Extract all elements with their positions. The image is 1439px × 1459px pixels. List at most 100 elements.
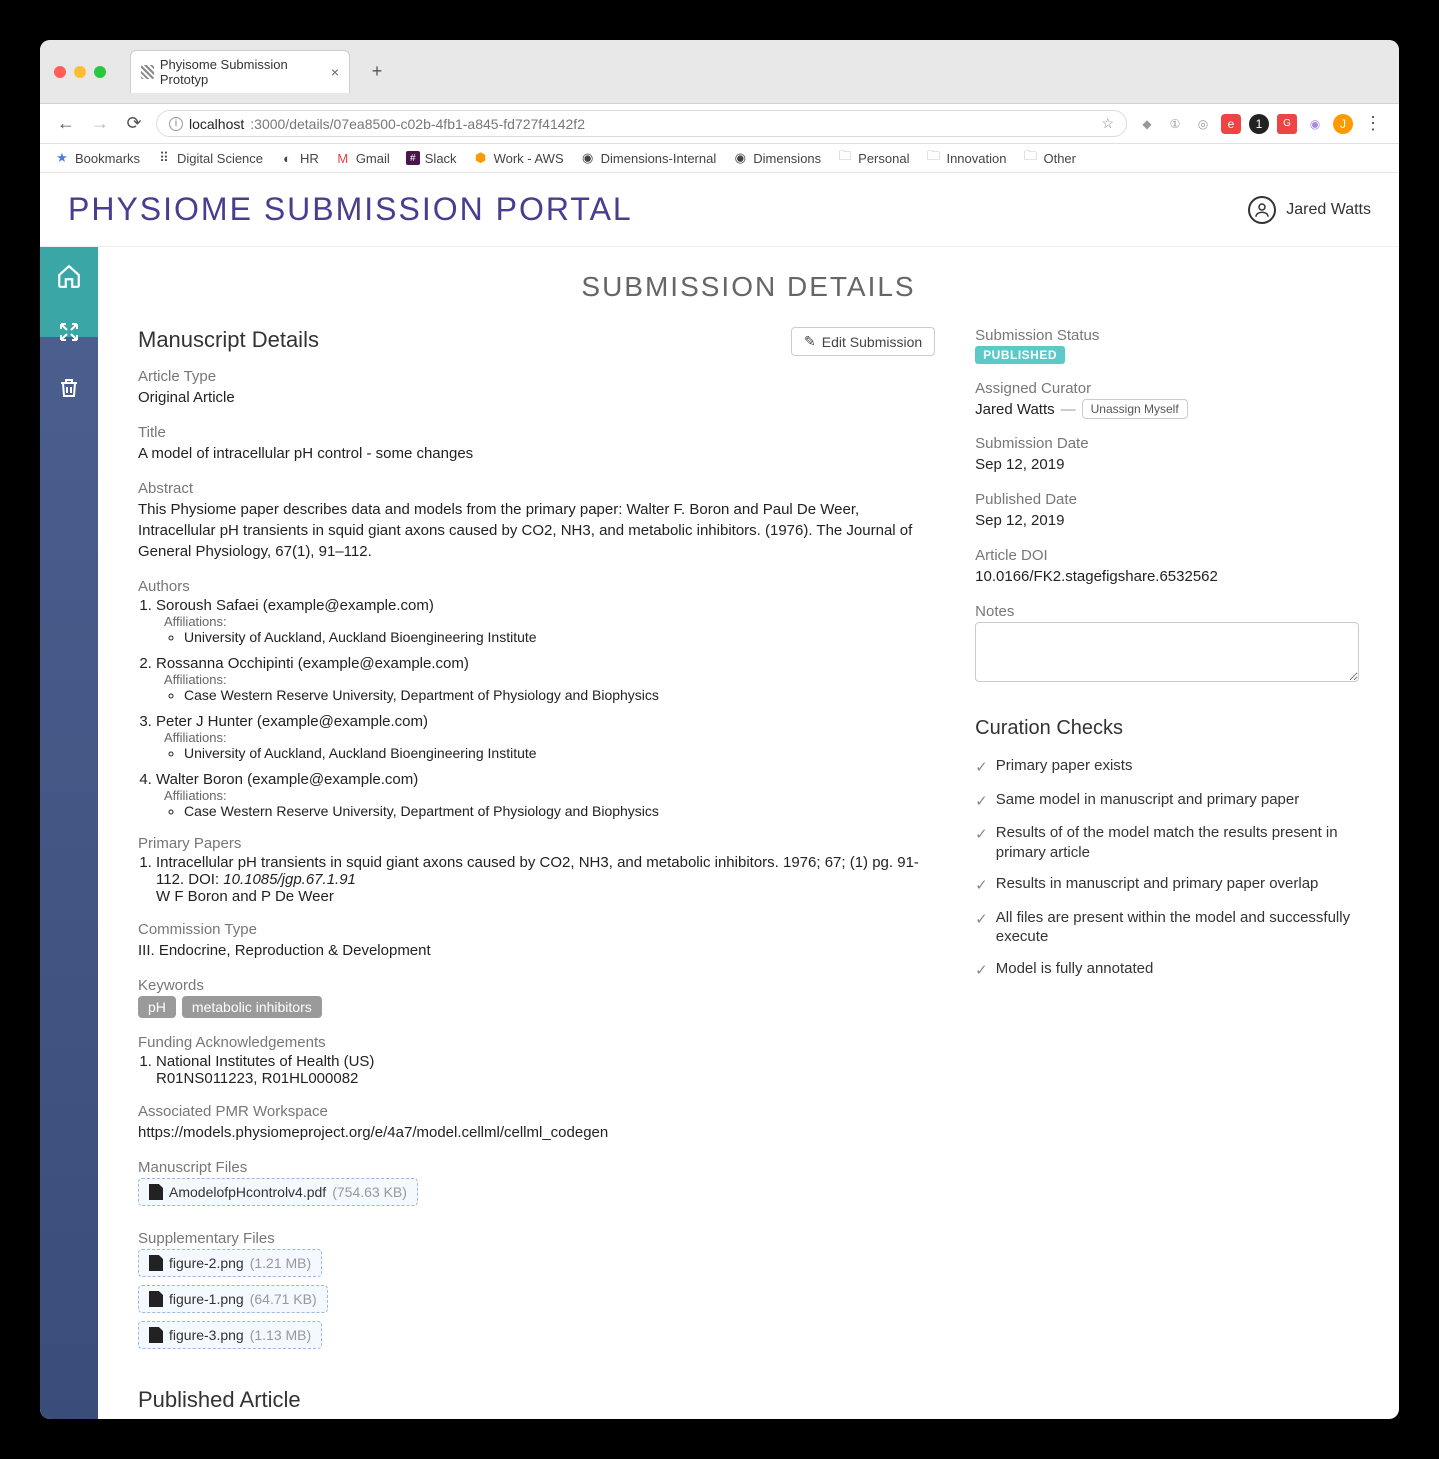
bookmark-item[interactable]: ⠿Digital Science (156, 150, 263, 166)
ext-icon[interactable]: ◆ (1137, 114, 1157, 134)
user-avatar-icon (1248, 196, 1276, 224)
forward-button[interactable]: → (88, 112, 112, 136)
browser-tab[interactable]: Phyisome Submission Prototyp × (130, 50, 350, 93)
check-label: Same model in manuscript and primary pap… (996, 790, 1299, 810)
abstract: This Physiome paper describes data and m… (138, 499, 935, 562)
article-type: Original Article (138, 387, 935, 408)
doi-label: Article DOI (975, 547, 1359, 564)
abstract-label: Abstract (138, 480, 935, 497)
file-name: AmodelofpHcontrolv4.pdf (169, 1184, 326, 1200)
primary-paper-item: Intracellular pH transients in squid gia… (156, 854, 935, 905)
maximize-window[interactable] (94, 66, 106, 78)
bookmark-item[interactable]: 🗀Other (1022, 150, 1076, 166)
check-icon: ✓ (975, 792, 988, 812)
menu-icon[interactable]: ⋮ (1361, 112, 1385, 136)
file-size: (1.21 MB) (250, 1255, 311, 1271)
check-icon: ✓ (975, 758, 988, 778)
profile-avatar[interactable]: J (1333, 114, 1353, 134)
bookmark-item[interactable]: ◉Dimensions-Internal (580, 150, 717, 166)
check-label: Model is fully annotated (996, 959, 1154, 979)
primary-papers-list: Intracellular pH transients in squid gia… (138, 854, 935, 905)
ext-icon[interactable]: e (1221, 114, 1241, 134)
ext-icon[interactable]: G (1277, 114, 1297, 134)
app-header: PHYSIOME SUBMISSION PORTAL Jared Watts (40, 173, 1399, 247)
back-button[interactable]: ← (54, 112, 78, 136)
ext-icon[interactable]: 1 (1249, 114, 1269, 134)
funding-label: Funding Acknowledgements (138, 1034, 935, 1051)
sub-date-label: Submission Date (975, 435, 1359, 452)
curation-check-item[interactable]: ✓Model is fully annotated (975, 959, 1359, 981)
file-icon (149, 1255, 163, 1271)
bookmark-item[interactable]: 🗀Innovation (925, 150, 1006, 166)
bookmark-item[interactable]: ◉Dimensions (732, 150, 821, 166)
affiliation: University of Auckland, Auckland Bioengi… (184, 745, 935, 761)
trash-icon[interactable] (54, 373, 84, 403)
supplementary-files: figure-2.png (1.21 MB) figure-1.png (64.7… (138, 1249, 935, 1357)
file-chip[interactable]: figure-1.png (64.71 KB) (138, 1285, 328, 1313)
curation-check-item[interactable]: ✓Results in manuscript and primary paper… (975, 874, 1359, 896)
user-chip[interactable]: Jared Watts (1248, 196, 1371, 224)
notes-textarea[interactable] (975, 622, 1359, 682)
title: A model of intracellular pH control - so… (138, 443, 935, 464)
url-input[interactable]: i localhost:3000/details/07ea8500-c02b-4… (156, 110, 1127, 137)
curation-check-item[interactable]: ✓Primary paper exists (975, 756, 1359, 778)
new-tab-button[interactable]: + (366, 61, 388, 83)
check-icon: ✓ (975, 876, 988, 896)
bookmark-item[interactable]: #Slack (406, 151, 457, 166)
ext-icon[interactable]: ◉ (1305, 114, 1325, 134)
file-chip[interactable]: figure-3.png (1.13 MB) (138, 1321, 322, 1349)
pmr-label: Associated PMR Workspace (138, 1103, 935, 1120)
file-icon (149, 1291, 163, 1307)
pencil-icon: ✎ (804, 333, 816, 350)
unassign-button[interactable]: Unassign Myself (1082, 399, 1188, 419)
author-item: Rossanna Occhipinti (example@example.com… (156, 655, 935, 703)
check-label: Results of of the model match the result… (996, 823, 1359, 862)
curation-check-item[interactable]: ✓ All files are present within the model … (975, 908, 1359, 947)
funding-item: National Institutes of Health (US)R01NS0… (156, 1053, 935, 1087)
edit-submission-button[interactable]: ✎ Edit Submission (791, 327, 935, 356)
keyword-tag: pH (138, 996, 176, 1018)
check-icon: ✓ (975, 910, 988, 930)
bookmark-item[interactable]: ★Bookmarks (54, 150, 140, 166)
ext-icon[interactable]: ① (1165, 114, 1185, 134)
manuscript-heading: Manuscript Details (138, 327, 319, 353)
file-chip[interactable]: AmodelofpHcontrolv4.pdf (754.63 KB) (138, 1178, 418, 1206)
file-size: (1.13 MB) (250, 1327, 311, 1343)
home-icon[interactable] (54, 261, 84, 291)
star-icon[interactable]: ☆ (1101, 115, 1114, 132)
status-badge: PUBLISHED (975, 346, 1065, 364)
checks-heading: Curation Checks (975, 717, 1359, 740)
check-label: All files are present within the model a… (996, 908, 1359, 947)
file-chip[interactable]: figure-2.png (1.21 MB) (138, 1249, 322, 1277)
bookmarks-bar: ★Bookmarks ⠿Digital Science ◐HR MGmail #… (40, 144, 1399, 173)
keywords: pHmetabolic inhibitors (138, 996, 935, 1018)
notes-label: Notes (975, 603, 1359, 620)
bookmark-item[interactable]: 🗀Personal (837, 150, 909, 166)
author-item: Walter Boron (example@example.com)Affili… (156, 771, 935, 819)
info-icon: i (169, 117, 183, 131)
authors-list: Soroush Safaei (example@example.com)Affi… (138, 597, 935, 819)
check-icon: ✓ (975, 825, 988, 845)
app-title: PHYSIOME SUBMISSION PORTAL (68, 191, 633, 228)
published-heading: Published Article (138, 1387, 935, 1413)
title-label: Title (138, 424, 935, 441)
bookmark-item[interactable]: ⬢Work - AWS (473, 150, 564, 166)
sub-date: Sep 12, 2019 (975, 454, 1359, 475)
manuscript-files-label: Manuscript Files (138, 1159, 935, 1176)
curator-name: Jared Watts (975, 401, 1054, 418)
expand-icon[interactable] (54, 317, 84, 347)
bookmark-item[interactable]: MGmail (335, 150, 390, 166)
url-path: :3000/details/07ea8500-c02b-4fb1-a845-fd… (250, 116, 585, 132)
close-tab-icon[interactable]: × (331, 64, 339, 80)
primary-papers-label: Primary Papers (138, 835, 935, 852)
sidebar (40, 247, 98, 1419)
ext-icon[interactable]: ◎ (1193, 114, 1213, 134)
bookmark-item[interactable]: ◐HR (279, 150, 319, 166)
reload-button[interactable]: ⟳ (122, 112, 146, 136)
curation-check-item[interactable]: ✓ Results of of the model match the resul… (975, 823, 1359, 862)
window-titlebar: Phyisome Submission Prototyp × + (40, 40, 1399, 104)
funding-list: National Institutes of Health (US)R01NS0… (138, 1053, 935, 1087)
curation-check-item[interactable]: ✓ Same model in manuscript and primary pa… (975, 790, 1359, 812)
close-window[interactable] (54, 66, 66, 78)
minimize-window[interactable] (74, 66, 86, 78)
